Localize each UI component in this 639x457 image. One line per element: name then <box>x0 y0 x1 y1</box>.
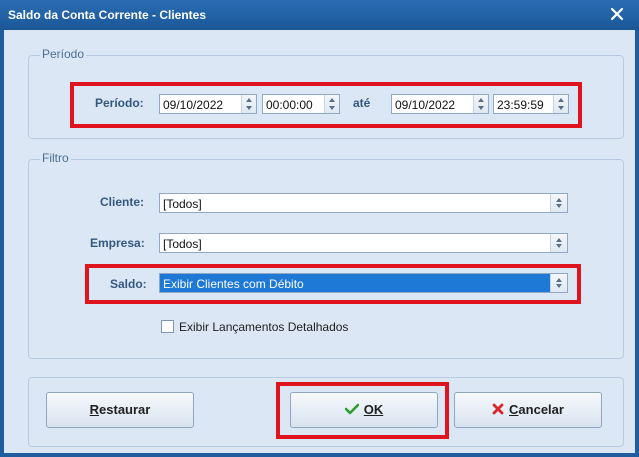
start-time-spinner[interactable] <box>324 95 339 113</box>
start-time-value: 00:00:00 <box>266 98 313 112</box>
dialog-window: Saldo da Conta Corrente - Clientes Perío… <box>0 0 639 457</box>
filtro-legend: Filtro <box>40 151 71 165</box>
updown-icon <box>556 238 562 248</box>
saldo-label: Saldo: <box>110 277 147 291</box>
cliente-label: Cliente: <box>100 195 145 209</box>
restaurar-label: estaurar <box>99 402 151 417</box>
end-time-field[interactable]: 23:59:59 <box>493 94 569 114</box>
empresa-value: [Todos] <box>163 237 202 251</box>
end-time-value: 23:59:59 <box>497 98 544 112</box>
cancelar-accel: C <box>509 402 519 417</box>
start-date-spinner[interactable] <box>241 95 256 113</box>
check-icon <box>344 403 360 415</box>
periodo-legend: Período <box>40 47 87 61</box>
cancelar-button[interactable]: Cancelar <box>454 392 602 428</box>
x-icon <box>492 403 504 415</box>
title-bar: Saldo da Conta Corrente - Clientes <box>0 0 639 30</box>
spin-arrows-icon <box>558 98 564 110</box>
detalhados-label[interactable]: Exibir Lançamentos Detalhados <box>179 320 348 334</box>
start-date-field[interactable]: 09/10/2022 <box>159 94 257 114</box>
cancelar-label: ancelar <box>518 402 564 417</box>
spin-arrows-icon <box>478 98 484 110</box>
saldo-dropdown-button[interactable] <box>550 274 567 292</box>
saldo-value: Exibir Clientes com Débito <box>163 277 304 291</box>
restaurar-accel: R <box>89 402 100 417</box>
ate-label: até <box>353 96 371 110</box>
start-date-value: 09/10/2022 <box>163 98 224 112</box>
end-date-value: 09/10/2022 <box>395 98 456 112</box>
ok-label: OK <box>363 402 384 417</box>
end-date-spinner[interactable] <box>473 95 488 113</box>
updown-icon <box>556 198 562 208</box>
cliente-dropdown-button[interactable] <box>550 194 567 212</box>
close-icon[interactable] <box>609 6 625 22</box>
cliente-value: [Todos] <box>163 197 202 211</box>
spin-arrows-icon <box>246 98 252 110</box>
saldo-select[interactable]: Exibir Clientes com Débito <box>159 273 568 293</box>
end-date-field[interactable]: 09/10/2022 <box>391 94 489 114</box>
empresa-dropdown-button[interactable] <box>550 234 567 252</box>
window-title: Saldo da Conta Corrente - Clientes <box>8 8 207 22</box>
dialog-body: Período Período: 09/10/2022 00:00:00 até… <box>4 30 635 453</box>
empresa-label: Empresa: <box>90 236 145 250</box>
periodo-label: Período: <box>95 96 144 110</box>
cliente-select[interactable]: [Todos] <box>159 193 568 213</box>
updown-icon <box>556 278 562 288</box>
end-time-spinner[interactable] <box>553 95 568 113</box>
empresa-select[interactable]: [Todos] <box>159 233 568 253</box>
ok-button[interactable]: OK <box>290 392 438 428</box>
restaurar-button[interactable]: Restaurar <box>46 392 194 428</box>
start-time-field[interactable]: 00:00:00 <box>262 94 340 114</box>
detalhados-checkbox[interactable] <box>161 320 174 333</box>
spin-arrows-icon <box>329 98 335 110</box>
